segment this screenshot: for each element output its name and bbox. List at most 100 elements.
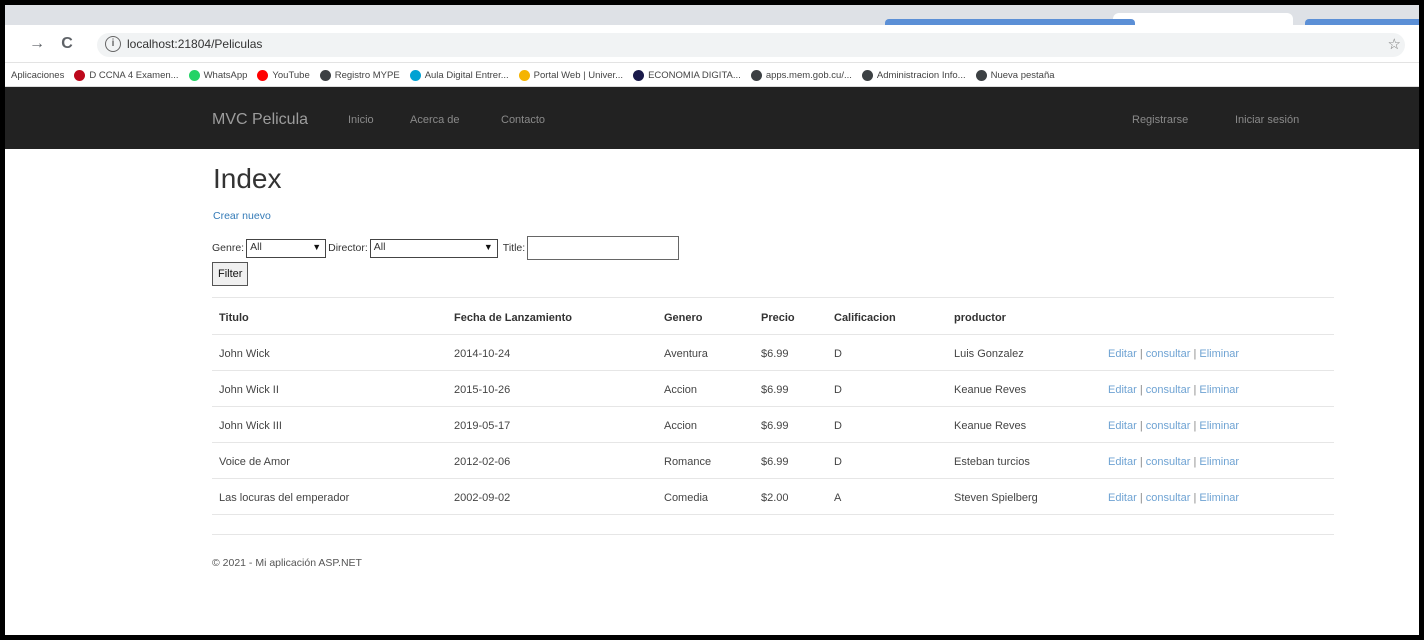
header-calificacion: Calificacion — [834, 312, 896, 324]
whatsapp-icon — [188, 69, 200, 81]
nav-link-inicio[interactable]: Inicio — [348, 114, 374, 126]
bookmark-label: YouTube — [272, 69, 310, 81]
globe-icon — [861, 69, 873, 81]
director-select[interactable]: All ▼ — [369, 238, 498, 258]
economia-icon — [633, 69, 645, 81]
header-productor: productor — [954, 312, 1006, 324]
cell-titulo: John Wick II — [219, 384, 279, 396]
action-separator: | — [1193, 456, 1197, 468]
filter-button[interactable]: Filter — [212, 262, 249, 286]
delete-link[interactable]: Eliminar — [1199, 456, 1239, 468]
action-separator: | — [1139, 420, 1143, 432]
bookmark-label: Aula Digital Entrer... — [424, 69, 509, 81]
site-info-icon[interactable]: i — [105, 36, 121, 52]
active-tab[interactable] — [1113, 13, 1293, 25]
nav-link-contacto[interactable]: Contacto — [501, 114, 545, 126]
cell-calificacion: D — [834, 456, 842, 468]
bookmark-label: Nueva pestaña — [990, 69, 1055, 81]
details-link[interactable]: consultar — [1146, 384, 1191, 396]
delete-link[interactable]: Eliminar — [1199, 420, 1239, 432]
cell-productor: Keanue Reves — [954, 420, 1027, 432]
cell-precio: $6.99 — [761, 384, 789, 396]
row-actions: Editar | consultar | Eliminar — [1108, 348, 1239, 360]
address-bar[interactable]: i localhost:21804/Peliculas ☆ — [97, 33, 1405, 57]
create-new-link[interactable]: Crear nuevo — [213, 210, 271, 222]
forward-icon[interactable]: → — [27, 34, 47, 54]
cell-fecha: 2019-05-17 — [454, 420, 511, 432]
table-row: John Wick III 2019-05-17 Accion $6.99 D Keanu… — [212, 407, 1334, 443]
bookmark-label: Administracion Info... — [876, 69, 966, 81]
edit-link[interactable]: Editar — [1108, 420, 1137, 432]
cell-precio: $2.00 — [761, 492, 789, 504]
edit-link[interactable]: Editar — [1108, 492, 1137, 504]
reload-icon[interactable]: C — [57, 34, 77, 54]
edit-link[interactable]: Editar — [1108, 456, 1137, 468]
bookmark-item[interactable]: Nueva pestaña — [975, 63, 1055, 86]
edit-link[interactable]: Editar — [1108, 384, 1137, 396]
director-select-value: All — [373, 240, 386, 253]
bookmark-item[interactable]: apps.mem.gob.cu/... — [750, 63, 852, 86]
bookmark-item[interactable]: Administracion Info... — [861, 63, 966, 86]
cell-titulo: John Wick III — [219, 420, 282, 432]
cell-titulo: Las locuras del emperador — [219, 492, 350, 504]
delete-link[interactable]: Eliminar — [1199, 348, 1239, 360]
nav-link-acerca[interactable]: Acerca de — [410, 114, 460, 126]
aula-icon — [409, 69, 421, 81]
tab-strip — [5, 5, 1419, 25]
bookmark-item[interactable]: Aplicaciones — [11, 63, 65, 86]
header-fecha: Fecha de Lanzamiento — [454, 312, 572, 324]
action-separator: | — [1139, 348, 1143, 360]
title-label: Title: — [502, 242, 526, 254]
details-link[interactable]: consultar — [1146, 348, 1191, 360]
bookmark-label: WhatsApp — [203, 69, 248, 81]
cell-calificacion: D — [834, 384, 842, 396]
globe-icon — [975, 69, 987, 81]
bookmark-item[interactable]: Aula Digital Entrer... — [409, 63, 509, 86]
bookmark-item[interactable]: Portal Web | Univer... — [518, 63, 623, 86]
cell-genero: Accion — [664, 384, 698, 396]
movies-table: Titulo Fecha de Lanzamiento Genero Preci… — [212, 297, 1334, 515]
table-row: John Wick 2014-10-24 Aventura $6.99 D Luis Go… — [212, 335, 1334, 371]
cell-fecha: 2002-09-02 — [454, 492, 511, 504]
page-title: Index — [213, 163, 282, 194]
details-link[interactable]: consultar — [1146, 420, 1191, 432]
chevron-down-icon: ▼ — [312, 241, 322, 252]
url-text[interactable]: localhost:21804/Peliculas — [127, 37, 262, 51]
bookmark-item[interactable]: Registro MYPE — [319, 63, 400, 86]
site-navbar: MVC Pelicula Inicio Acerca de Contacto R… — [5, 87, 1419, 149]
edit-link[interactable]: Editar — [1108, 348, 1137, 360]
globe-icon — [750, 69, 762, 81]
bookmark-item[interactable]: WhatsApp — [188, 63, 248, 86]
bookmark-item[interactable]: ECONOMIA DIGITA... — [633, 63, 741, 86]
action-separator: | — [1139, 456, 1143, 468]
table-header-row: Titulo Fecha de Lanzamiento Genero Preci… — [212, 298, 1334, 335]
genre-select[interactable]: All ▼ — [246, 238, 327, 258]
delete-link[interactable]: Eliminar — [1199, 384, 1239, 396]
bookmark-item[interactable]: YouTube — [257, 63, 310, 86]
title-input[interactable] — [527, 236, 680, 260]
cell-productor: Luis Gonzalez — [954, 348, 1024, 360]
table-body: John Wick 2014-10-24 Aventura $6.99 D Luis Go… — [212, 335, 1334, 515]
brand-link[interactable]: MVC Pelicula — [212, 111, 308, 129]
details-link[interactable]: consultar — [1146, 456, 1191, 468]
action-separator: | — [1193, 420, 1197, 432]
bookmark-star-icon[interactable]: ☆ — [1388, 35, 1401, 53]
cell-fecha: 2012-02-06 — [454, 456, 511, 468]
bookmark-item[interactable]: D CCNA 4 Examen... — [74, 63, 179, 86]
bookmark-label: apps.mem.gob.cu/... — [765, 69, 852, 81]
cell-fecha: 2015-10-26 — [454, 384, 511, 396]
genre-label: Genre: — [212, 242, 245, 254]
cell-precio: $6.99 — [761, 420, 789, 432]
filter-form: Genre: All ▼ Director: All ▼ Title: — [212, 235, 680, 261]
footer-divider — [212, 534, 1334, 535]
row-actions: Editar | consultar | Eliminar — [1108, 456, 1239, 468]
details-link[interactable]: consultar — [1146, 492, 1191, 504]
login-link[interactable]: Iniciar sesión — [1235, 114, 1299, 126]
bookmark-label: Aplicaciones — [11, 69, 65, 81]
action-separator: | — [1139, 492, 1143, 504]
table-row: Las locuras del emperador 2002-09-02 Comed… — [212, 479, 1334, 515]
pinterest-icon — [74, 69, 86, 81]
delete-link[interactable]: Eliminar — [1199, 492, 1239, 504]
register-link[interactable]: Registrarse — [1132, 114, 1188, 126]
cell-precio: $6.99 — [761, 348, 789, 360]
